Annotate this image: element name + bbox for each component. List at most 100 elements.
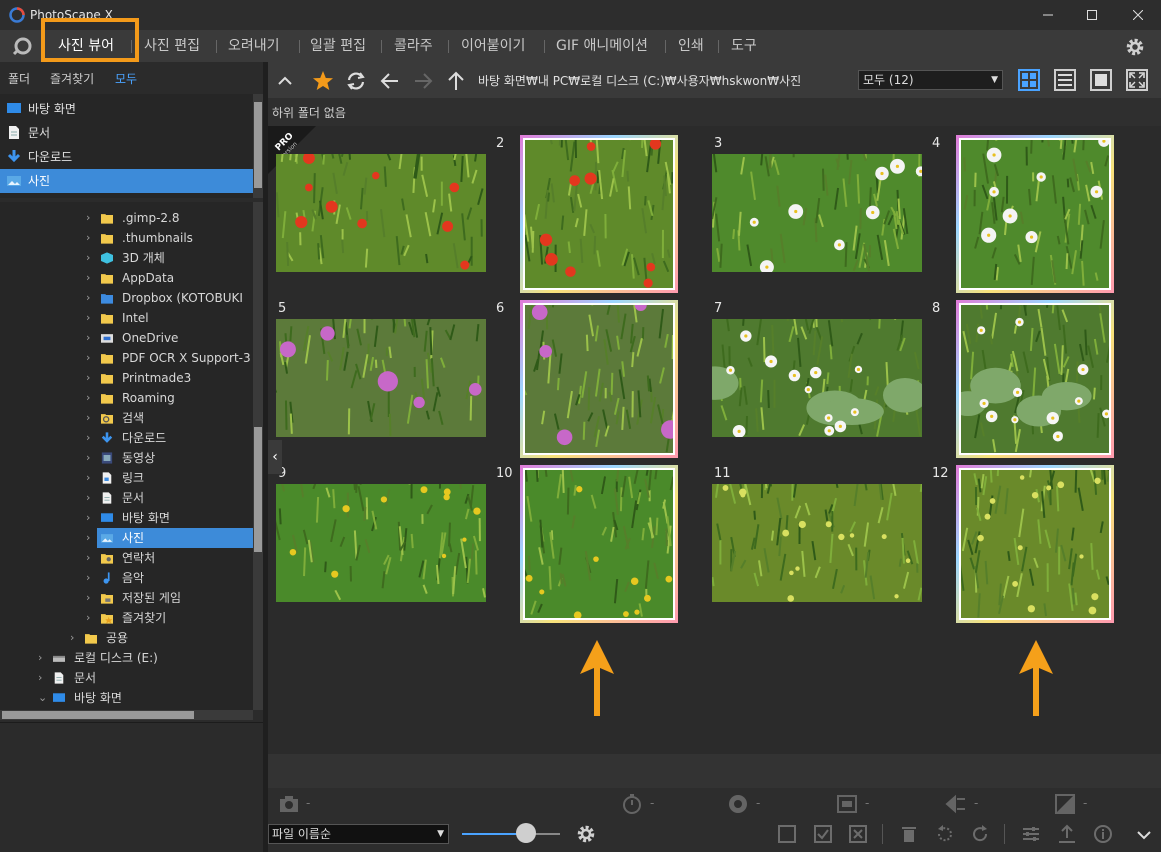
tree-node[interactable]: › 문서 — [0, 668, 253, 688]
breadcrumb-path[interactable]: 바탕 화면₩내 PC₩로컬 디스크 (C:)₩사용자₩hskwon₩사진 — [478, 72, 801, 89]
tree-node[interactable]: › OneDrive — [0, 328, 253, 348]
chevron-right-icon[interactable]: › — [86, 248, 96, 268]
up-folder-icon[interactable] — [445, 70, 467, 92]
tree-node[interactable]: › 링크 — [0, 468, 253, 488]
menu-item[interactable]: 콜라주 — [394, 30, 433, 62]
chevron-down-icon[interactable]: ⌄ — [38, 688, 48, 708]
menu-item[interactable]: 일괄 편집 — [310, 30, 366, 62]
menu-item[interactable]: GIF 애니메이션 — [556, 30, 648, 62]
info-icon[interactable] — [1093, 824, 1113, 844]
menu-item[interactable]: 사진 편집 — [144, 30, 200, 62]
scroll-thumb[interactable] — [254, 102, 262, 188]
tree-node[interactable]: › AppData — [0, 268, 253, 288]
tab-folder[interactable]: 폴더 — [8, 70, 30, 87]
chevron-right-icon[interactable]: › — [86, 408, 96, 428]
chevron-right-icon[interactable]: › — [86, 588, 96, 608]
maximize-button[interactable] — [1069, 0, 1115, 30]
tree-node[interactable]: › 로컬 디스크 (E:) — [0, 648, 253, 668]
favorite-item[interactable]: 바탕 화면 — [0, 97, 253, 121]
checkbox-empty-icon[interactable] — [777, 824, 797, 844]
list-view-button[interactable] — [1054, 69, 1076, 91]
tree-node[interactable]: › .gimp-2.8 — [0, 208, 253, 228]
tree-node[interactable]: › Intel — [0, 308, 253, 328]
rotate-left-icon[interactable] — [935, 824, 955, 844]
select-all-icon[interactable] — [813, 824, 833, 844]
scroll-thumb[interactable] — [254, 427, 262, 552]
grid-view-button[interactable] — [1018, 69, 1040, 91]
chevron-right-icon[interactable]: › — [86, 348, 96, 368]
refresh-icon[interactable] — [345, 70, 367, 92]
settings-gear-icon[interactable] — [576, 824, 596, 844]
chevron-right-icon[interactable]: › — [86, 608, 96, 628]
sort-order-select[interactable]: 파일 이름순 ▼ — [268, 824, 449, 844]
chevron-right-icon[interactable]: › — [86, 568, 96, 588]
favorite-item[interactable]: 사진 — [0, 169, 253, 193]
tree-node[interactable]: › 연락처 — [0, 548, 253, 568]
collapse-up-icon[interactable] — [274, 70, 296, 92]
menu-item[interactable]: 이어붙이기 — [461, 30, 525, 62]
chevron-right-icon[interactable]: › — [86, 488, 96, 508]
chevron-right-icon[interactable]: › — [86, 328, 96, 348]
chevron-right-icon[interactable]: › — [86, 268, 96, 288]
menu-item[interactable]: 인쇄 — [678, 30, 704, 62]
tree-node[interactable]: › 다운로드 — [0, 428, 253, 448]
chevron-right-icon[interactable]: › — [86, 508, 96, 528]
deselect-icon[interactable] — [848, 824, 868, 844]
tab-all[interactable]: 모두 — [115, 70, 137, 87]
single-view-button[interactable] — [1090, 69, 1112, 91]
tree-node[interactable]: › 사진 — [0, 528, 253, 548]
chevron-down-icon[interactable] — [1134, 824, 1154, 844]
share-export-icon[interactable] — [1057, 824, 1077, 844]
chevron-right-icon[interactable]: › — [70, 628, 80, 648]
tree-node[interactable]: › 저장된 게임 — [0, 588, 253, 608]
chevron-right-icon[interactable]: › — [86, 228, 96, 248]
chevron-right-icon[interactable]: › — [86, 208, 96, 228]
chevron-right-icon[interactable]: › — [86, 528, 96, 548]
tree-node[interactable]: › Roaming — [0, 388, 253, 408]
tree-node[interactable]: › 바탕 화면 — [0, 508, 253, 528]
tree-node[interactable]: › 음악 — [0, 568, 253, 588]
trash-icon[interactable] — [899, 824, 919, 844]
fullscreen-button[interactable] — [1126, 69, 1148, 91]
settings-gear-icon[interactable] — [1125, 37, 1145, 57]
tree-horizontal-scrollbar[interactable] — [0, 710, 253, 720]
favorite-item[interactable]: 다운로드 — [0, 145, 253, 169]
back-arrow-icon[interactable] — [379, 70, 401, 92]
chevron-right-icon[interactable]: › — [86, 428, 96, 448]
tree-node[interactable]: › 동영상 — [0, 448, 253, 468]
scroll-thumb[interactable] — [2, 711, 194, 719]
tree-node[interactable]: › Printmade3 — [0, 368, 253, 388]
chevron-right-icon[interactable]: › — [86, 548, 96, 568]
tree-vertical-scrollbar[interactable] — [253, 202, 263, 710]
collapse-panel-button[interactable]: ‹ — [268, 440, 282, 474]
menu-item[interactable]: 오려내기 — [228, 30, 280, 62]
chevron-right-icon[interactable]: › — [38, 668, 48, 688]
tree-node[interactable]: › 검색 — [0, 408, 253, 428]
chevron-right-icon[interactable]: › — [86, 288, 96, 308]
minimize-button[interactable] — [1025, 0, 1071, 30]
chevron-right-icon[interactable]: › — [86, 368, 96, 388]
chevron-right-icon[interactable]: › — [86, 448, 96, 468]
tree-node[interactable]: › 즐겨찾기 — [0, 608, 253, 628]
file-filter-select[interactable]: 모두 (12) ▼ — [858, 70, 1003, 90]
home-icon[interactable] — [10, 36, 34, 56]
tree-node[interactable]: › Dropbox (KOTOBUKI — [0, 288, 253, 308]
tree-node[interactable]: › 문서 — [0, 488, 253, 508]
tree-node[interactable]: › 공용 — [0, 628, 253, 648]
chevron-right-icon[interactable]: › — [86, 308, 96, 328]
tree-node[interactable]: › PDF OCR X Support-3 — [0, 348, 253, 368]
menu-item[interactable]: 도구 — [731, 30, 757, 62]
slider-knob[interactable] — [515, 823, 536, 843]
chevron-right-icon[interactable]: › — [38, 648, 48, 668]
chevron-right-icon[interactable]: › — [86, 468, 96, 488]
tree-node[interactable]: ⌄ 바탕 화면 — [0, 688, 253, 708]
chevron-right-icon[interactable]: › — [86, 388, 96, 408]
tree-node[interactable]: › 3D 개체 — [0, 248, 253, 268]
close-button[interactable] — [1115, 0, 1161, 30]
tab-favorites[interactable]: 즐겨찾기 — [50, 70, 94, 87]
favorite-item[interactable]: 문서 — [0, 121, 253, 145]
favorite-star-icon[interactable] — [312, 70, 334, 92]
tree-node[interactable]: › .thumbnails — [0, 228, 253, 248]
favorites-scrollbar[interactable] — [253, 94, 263, 198]
rotate-right-icon[interactable] — [970, 824, 990, 844]
